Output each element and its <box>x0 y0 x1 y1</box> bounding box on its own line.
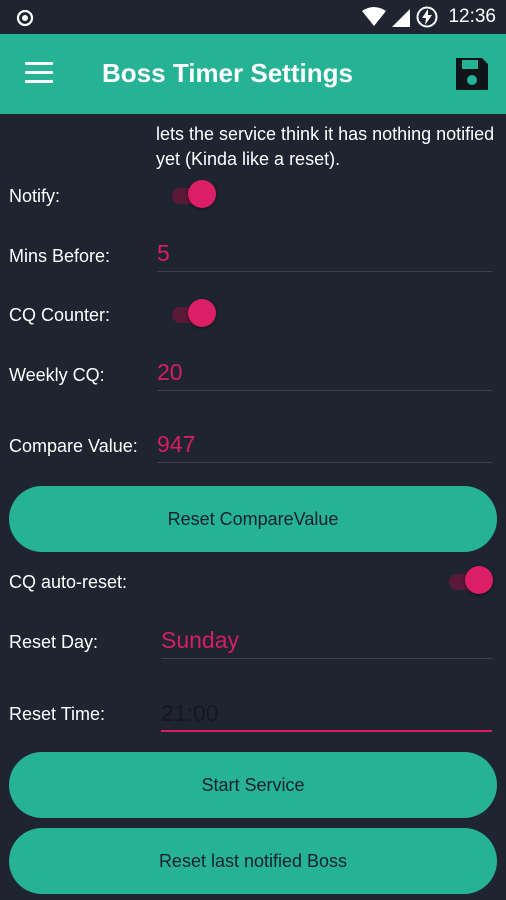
save-icon[interactable] <box>454 56 490 92</box>
wifi-icon <box>362 7 387 26</box>
reset-compare-value-button[interactable]: Reset CompareValue <box>9 486 497 552</box>
reset-time-field[interactable]: 21:00 <box>161 696 492 732</box>
page-title: Boss Timer Settings <box>102 58 353 88</box>
menu-icon[interactable] <box>25 62 53 86</box>
start-service-button[interactable]: Start Service <box>9 752 497 818</box>
cq-auto-reset-toggle[interactable] <box>449 565 493 597</box>
settings-content: lets the service think it has nothing no… <box>0 114 506 900</box>
compare-value-field[interactable]: 947 <box>157 427 492 463</box>
notify-toggle[interactable] <box>172 179 216 211</box>
compare-value-label: Compare Value: <box>9 436 138 456</box>
weekly-cq-field[interactable]: 20 <box>157 355 492 391</box>
cq-auto-reset-label: CQ auto-reset: <box>9 572 128 592</box>
mins-before-label: Mins Before: <box>9 246 111 266</box>
notify-label: Notify: <box>9 186 61 206</box>
clock: 12:36 <box>448 6 496 27</box>
target-icon <box>16 9 34 27</box>
reset-last-notified-boss-button[interactable]: Reset last notified Boss <box>9 828 497 894</box>
mins-before-field[interactable]: 5 <box>157 236 492 272</box>
reset-day-select[interactable]: Sunday <box>161 623 492 659</box>
app-bar: Boss Timer Settings <box>0 34 506 114</box>
cq-counter-label: CQ Counter: <box>9 305 111 325</box>
status-bar: 12:36 <box>0 0 506 34</box>
reset-day-label: Reset Day: <box>9 632 99 652</box>
reset-time-label: Reset Time: <box>9 704 106 724</box>
signal-icon <box>392 9 411 27</box>
weekly-cq-label: Weekly CQ: <box>9 365 105 385</box>
description-text: lets the service think it has nothing no… <box>156 124 495 169</box>
battery-charging-icon <box>416 6 438 28</box>
cq-counter-toggle[interactable] <box>172 298 216 330</box>
